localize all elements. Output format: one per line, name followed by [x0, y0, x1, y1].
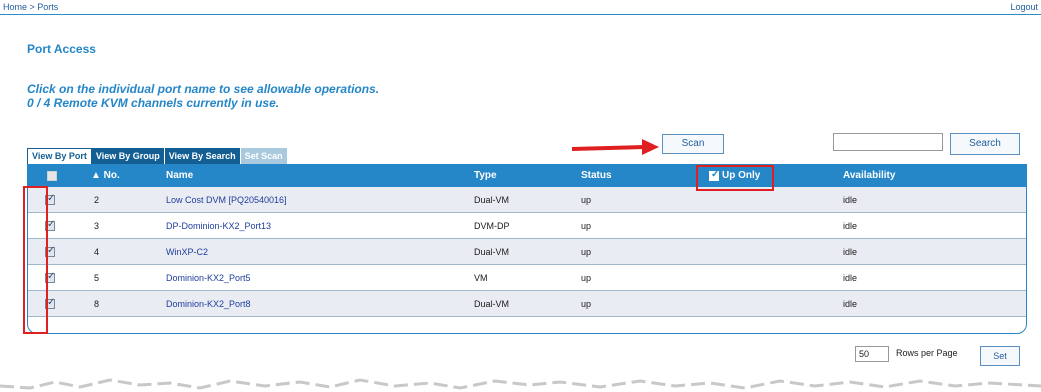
column-header-availability: Availability — [843, 170, 896, 181]
rows-per-page-input[interactable]: 50 — [855, 346, 889, 362]
port-type: Dual-VM — [474, 247, 510, 257]
tab-view-by-search[interactable]: View By Search — [164, 148, 241, 164]
row-checkbox[interactable]: ✓ — [45, 245, 56, 257]
torn-edge-decoration — [0, 378, 1041, 390]
row-checkbox[interactable]: ✓ — [45, 271, 56, 283]
port-number: 3 — [94, 221, 100, 231]
row-checkbox[interactable]: ✓ — [45, 193, 56, 205]
port-availability: idle — [843, 273, 858, 283]
port-number: 2 — [94, 195, 100, 205]
breadcrumb[interactable]: Home > Ports — [3, 2, 58, 12]
port-number: 4 — [94, 247, 100, 257]
red-arrow-annotation — [571, 139, 659, 155]
search-input[interactable] — [833, 133, 943, 151]
checkmark-icon: ✓ — [47, 193, 56, 204]
logout-link[interactable]: Logout — [1010, 2, 1038, 12]
column-header-type: Type — [474, 170, 497, 181]
column-header-status: Status — [581, 170, 612, 181]
table-row: ✓ 5 Dominion-KX2_Port5 VM up idle — [28, 265, 1026, 291]
port-status: up — [581, 247, 592, 257]
instructions: Click on the individual port name to see… — [27, 82, 379, 110]
tab-view-by-group[interactable]: View By Group — [91, 148, 165, 164]
table-row: ✓ 2 Low Cost DVM [PQ20540016] Dual-VM up… — [28, 187, 1026, 213]
column-header-no[interactable]: ▲ No. — [91, 165, 120, 187]
checkmark-icon: ✓ — [47, 245, 56, 256]
row-checkbox[interactable]: ✓ — [45, 297, 56, 309]
port-availability: idle — [843, 195, 858, 205]
tab-view-by-port[interactable]: View By Port — [27, 148, 92, 165]
select-all-checkbox[interactable] — [47, 171, 57, 181]
set-button[interactable]: Set — [980, 346, 1020, 366]
table-row: ✓ 8 Dominion-KX2_Port8 Dual-VM up idle — [28, 291, 1026, 317]
checkmark-icon: ✓ — [47, 219, 56, 230]
port-name-link[interactable]: Dominion-KX2_Port5 — [166, 265, 251, 291]
port-name-link[interactable]: Low Cost DVM [PQ20540016] — [166, 187, 287, 213]
port-number: 8 — [94, 299, 100, 309]
column-header-name: Name — [166, 170, 194, 181]
instruction-line-2: 0 / 4 Remote KVM channels currently in u… — [27, 96, 280, 110]
checkmark-icon: ✓ — [711, 169, 720, 180]
port-status: up — [581, 299, 592, 309]
port-name-link[interactable]: WinXP-C2 — [166, 239, 208, 265]
rows-per-page-label: Rows per Page — [896, 348, 958, 358]
tab-set-scan[interactable]: Set Scan — [240, 148, 288, 164]
port-status: up — [581, 195, 592, 205]
port-type: Dual-VM — [474, 299, 510, 309]
port-type: VM — [474, 273, 488, 283]
top-bar: Home > Ports Logout — [0, 0, 1041, 15]
up-only-label: Up Only — [722, 170, 761, 181]
table-header: ▲ No. Name Type Status ✓ Up Only Availab… — [28, 165, 1026, 187]
row-checkbox[interactable]: ✓ — [45, 219, 56, 231]
search-button[interactable]: Search — [950, 133, 1020, 155]
scan-button[interactable]: Scan — [662, 134, 724, 154]
port-table: ▲ No. Name Type Status ✓ Up Only Availab… — [27, 164, 1027, 334]
up-only-checkbox[interactable]: ✓ — [709, 169, 720, 181]
port-availability: idle — [843, 299, 858, 309]
port-type: DVM-DP — [474, 221, 510, 231]
port-status: up — [581, 273, 592, 283]
checkmark-icon: ✓ — [47, 271, 56, 282]
port-name-link[interactable]: DP-Dominion-KX2_Port13 — [166, 213, 271, 239]
port-availability: idle — [843, 247, 858, 257]
table-row: ✓ 3 DP-Dominion-KX2_Port13 DVM-DP up idl… — [28, 213, 1026, 239]
port-availability: idle — [843, 221, 858, 231]
port-type: Dual-VM — [474, 195, 510, 205]
port-name-link[interactable]: Dominion-KX2_Port8 — [166, 291, 251, 317]
port-number: 5 — [94, 273, 100, 283]
instruction-line-1: Click on the individual port name to see… — [27, 82, 380, 96]
view-tabs: View By Port View By Group View By Searc… — [27, 148, 288, 165]
checkmark-icon: ✓ — [47, 297, 56, 308]
page-title: Port Access — [27, 42, 96, 56]
table-row: ✓ 4 WinXP-C2 Dual-VM up idle — [28, 239, 1026, 265]
port-status: up — [581, 221, 592, 231]
